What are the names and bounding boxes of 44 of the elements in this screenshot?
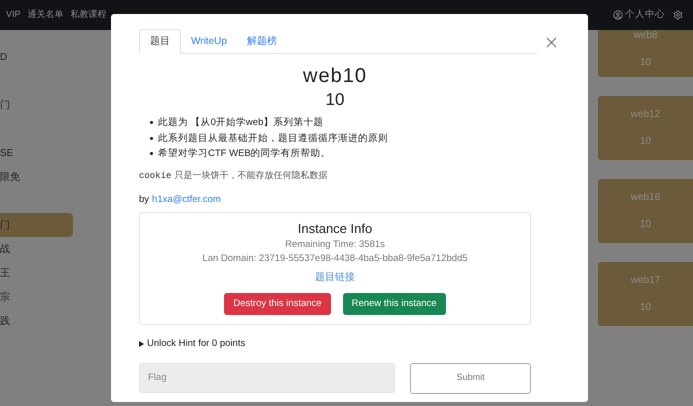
sidebar-item[interactable]: 限免 bbox=[0, 165, 73, 189]
nav-link[interactable]: 私教课程 bbox=[70, 8, 107, 22]
sidebar-item[interactable]: D bbox=[0, 45, 73, 69]
card-title: web8 bbox=[634, 29, 658, 43]
sidebar-item[interactable]: SE bbox=[0, 141, 73, 165]
author-label: by bbox=[139, 193, 150, 207]
sidebar-item[interactable]: 践 bbox=[0, 309, 73, 333]
description-item: 希望对学习CTF WEB的同学有所帮助。 bbox=[150, 146, 531, 162]
nav-link[interactable]: 通关名单 bbox=[28, 8, 64, 22]
instance-title: Instance Info bbox=[298, 221, 372, 238]
sidebar-item[interactable]: 宗 bbox=[0, 285, 73, 309]
card-title: web12 bbox=[630, 108, 660, 122]
lan-domain: Lan Domain: 23719-55537e98-4438-4ba5-bba8-9fe5a712bdd5 bbox=[202, 252, 468, 266]
sidebar-item[interactable]: 门 bbox=[0, 93, 73, 117]
submit-button[interactable]: Submit bbox=[410, 362, 531, 394]
challenge-link[interactable]: 题目链接 bbox=[315, 270, 355, 286]
challenge-score: 10 bbox=[324, 90, 346, 110]
expand-triangle-icon[interactable] bbox=[139, 341, 144, 348]
instance-button[interactable]: Renew this instance bbox=[342, 293, 446, 316]
author-link[interactable]: h1xa@ctfer.com bbox=[152, 193, 221, 208]
challenge-title: web10 bbox=[302, 64, 368, 88]
sidebar-item[interactable]: 战 bbox=[0, 237, 73, 261]
nav-link[interactable]: VIP bbox=[6, 8, 21, 22]
sidebar-item[interactable]: 门 bbox=[0, 213, 73, 237]
user-menu-link[interactable]: 个人中心 bbox=[613, 8, 665, 22]
tab[interactable]: WriteUp bbox=[181, 29, 237, 54]
description-item: 此题为 【从0开始学web】系列第十题 bbox=[150, 115, 531, 130]
remaining-time: Remaining Time: 3581s bbox=[285, 238, 385, 252]
cookie-note: cookie 只是一块饼干，不能存放任何隐私数据 bbox=[139, 170, 328, 182]
card-score: 10 bbox=[640, 301, 652, 315]
settings-icon[interactable] bbox=[673, 10, 683, 20]
card-title: web16 bbox=[630, 191, 660, 205]
tab[interactable]: 题目 bbox=[139, 29, 181, 54]
tab[interactable]: 解题榜 bbox=[236, 29, 287, 54]
user-icon bbox=[613, 10, 623, 20]
instance-button[interactable]: Destroy this instance bbox=[224, 293, 331, 316]
description-item: 此系列题目从最基础开始，题目遵循循序渐进的原则 bbox=[150, 130, 531, 146]
card-title: web17 bbox=[630, 274, 660, 288]
card-score: 10 bbox=[640, 56, 652, 70]
hint-toggle[interactable]: Unlock Hint for 0 points bbox=[147, 337, 246, 352]
card-score: 10 bbox=[640, 218, 652, 232]
sidebar-item[interactable]: 王 bbox=[0, 261, 73, 285]
flag-input[interactable]: Flag bbox=[139, 362, 396, 392]
card-score: 10 bbox=[640, 135, 652, 149]
